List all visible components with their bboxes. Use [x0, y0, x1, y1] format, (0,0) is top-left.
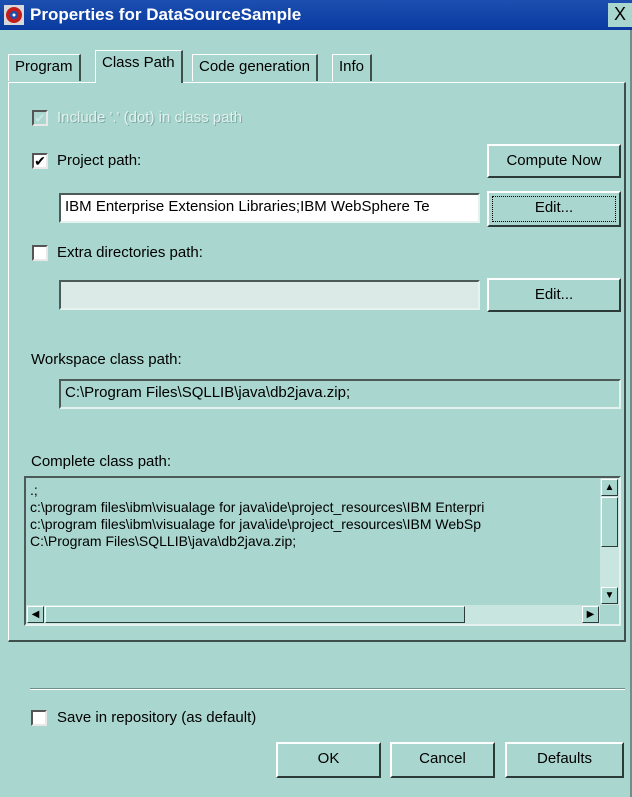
- window-title: Properties for DataSourceSample: [30, 5, 302, 24]
- edit-project-path-button[interactable]: Edit...: [487, 191, 621, 227]
- close-icon: X: [613, 4, 626, 24]
- ok-button[interactable]: OK: [276, 742, 381, 778]
- check-icon: ✔: [34, 153, 46, 169]
- workspace-label: Workspace class path:: [31, 351, 182, 368]
- class-path-panel: ✔ Include '.' (dot) in class path ✔ Proj…: [8, 82, 626, 642]
- separator: [30, 688, 625, 690]
- tab-code-generation[interactable]: Code generation: [192, 54, 318, 81]
- scroll-left-button[interactable]: ◀: [27, 606, 44, 623]
- extra-dirs-checkbox[interactable]: [32, 245, 48, 261]
- compute-now-button[interactable]: Compute Now: [487, 144, 621, 178]
- edit-extra-dirs-button[interactable]: Edit...: [487, 278, 621, 312]
- vertical-scrollbar[interactable]: ▲ ▼: [600, 478, 619, 605]
- project-path-field[interactable]: IBM Enterprise Extension Libraries;IBM W…: [59, 193, 480, 223]
- close-button[interactable]: X: [608, 3, 632, 27]
- include-dot-label: Include '.' (dot) in class path: [57, 109, 242, 126]
- complete-line: c:\program files\ibm\visualage for java\…: [30, 499, 485, 515]
- arrow-down-icon: ▼: [604, 590, 615, 601]
- cancel-button[interactable]: Cancel: [390, 742, 495, 778]
- complete-line: .;: [30, 482, 38, 498]
- extra-dirs-label: Extra directories path:: [57, 244, 203, 261]
- tab-info[interactable]: Info: [332, 54, 373, 81]
- title-bar[interactable]: Properties for DataSourceSample X: [0, 0, 632, 30]
- complete-line: C:\Program Files\SQLLIB\java\db2java.zip…: [30, 533, 297, 549]
- horizontal-scroll-thumb[interactable]: [45, 606, 465, 623]
- complete-line: c:\program files\ibm\visualage for java\…: [30, 516, 482, 532]
- arrow-left-icon: ◀: [31, 609, 40, 620]
- save-repo-checkbox[interactable]: [31, 710, 47, 726]
- vertical-scroll-thumb[interactable]: [601, 497, 618, 547]
- defaults-button[interactable]: Defaults: [505, 742, 624, 778]
- scroll-corner: [600, 605, 619, 624]
- tab-program[interactable]: Program: [8, 54, 81, 81]
- properties-dialog: Properties for DataSourceSample X Progra…: [0, 0, 632, 797]
- tab-class-path[interactable]: Class Path: [95, 50, 183, 83]
- scroll-up-button[interactable]: ▲: [601, 479, 618, 496]
- project-path-checkbox[interactable]: ✔: [32, 153, 48, 169]
- check-icon: ✔: [34, 110, 46, 126]
- save-repo-label: Save in repository (as default): [57, 709, 257, 726]
- complete-label: Complete class path:: [31, 453, 172, 470]
- workspace-field[interactable]: C:\Program Files\SQLLIB\java\db2java.zip…: [59, 379, 621, 409]
- project-path-label: Project path:: [57, 152, 142, 169]
- app-icon: [4, 5, 24, 25]
- scroll-down-button[interactable]: ▼: [601, 587, 618, 604]
- horizontal-scrollbar[interactable]: ◀ ▶: [26, 605, 600, 624]
- arrow-up-icon: ▲: [604, 482, 615, 493]
- scroll-right-button[interactable]: ▶: [582, 606, 599, 623]
- include-dot-checkbox[interactable]: ✔: [32, 110, 48, 126]
- complete-class-path-area[interactable]: .; c:\program files\ibm\visualage for ja…: [24, 476, 621, 626]
- arrow-right-icon: ▶: [586, 609, 595, 620]
- extra-dirs-field[interactable]: [59, 280, 480, 310]
